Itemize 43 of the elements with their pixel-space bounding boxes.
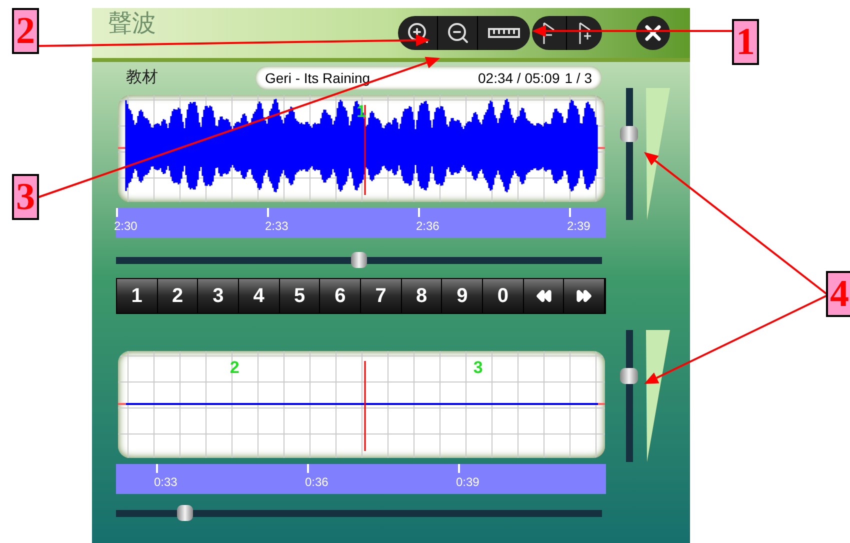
rewind-icon bbox=[536, 288, 552, 304]
track-label: 教材 bbox=[126, 68, 158, 88]
track-position: 1 / 3 bbox=[564, 68, 592, 88]
zoom-in-icon bbox=[406, 21, 430, 45]
close-button[interactable] bbox=[636, 16, 670, 50]
position-slider[interactable] bbox=[116, 505, 602, 521]
number-key[interactable]: 1 bbox=[117, 279, 158, 313]
tick-label: 0:39 bbox=[456, 476, 480, 488]
number-key[interactable]: 5 bbox=[280, 279, 320, 313]
rewind-button[interactable] bbox=[524, 279, 564, 313]
tick-label: 2:36 bbox=[416, 220, 440, 232]
number-key[interactable]: 6 bbox=[320, 279, 362, 313]
fast-forward-button[interactable] bbox=[564, 279, 606, 313]
callout-number: 3 bbox=[12, 174, 39, 220]
callout-number: 1 bbox=[732, 19, 759, 65]
number-key[interactable]: 8 bbox=[402, 279, 442, 313]
volume-slider[interactable] bbox=[620, 88, 638, 220]
marker-label: 3 bbox=[473, 359, 483, 376]
number-key[interactable]: 0 bbox=[483, 279, 524, 313]
slider-thumb[interactable] bbox=[620, 126, 638, 142]
slider-thumb[interactable] bbox=[351, 252, 367, 268]
number-key[interactable]: 4 bbox=[239, 279, 280, 313]
window-title: 聲波 bbox=[108, 10, 156, 38]
number-key[interactable]: 9 bbox=[442, 279, 484, 313]
marker-label: 2 bbox=[230, 359, 240, 376]
track-name: Geri - Its Raining bbox=[265, 68, 370, 88]
track-time: 02:34 / 05:09 bbox=[478, 68, 560, 88]
ruler-icon bbox=[488, 28, 520, 38]
number-key[interactable]: 2 bbox=[158, 279, 198, 313]
slider-thumb[interactable] bbox=[177, 505, 194, 521]
number-key[interactable]: 7 bbox=[361, 279, 402, 313]
tick-label: 0:36 bbox=[305, 476, 328, 488]
number-key[interactable]: 3 bbox=[198, 279, 240, 313]
position-slider[interactable] bbox=[116, 252, 602, 268]
volume-slider[interactable] bbox=[620, 330, 638, 462]
callout-number: 2 bbox=[12, 8, 39, 54]
slider-thumb[interactable] bbox=[620, 368, 638, 384]
fast-forward-icon bbox=[576, 288, 592, 304]
callout-number: 4 bbox=[826, 271, 850, 317]
tick-label: 0:33 bbox=[154, 476, 178, 488]
tick-label: 2:39 bbox=[567, 220, 590, 232]
zoom-out-icon bbox=[446, 21, 470, 45]
tick-label: 2:33 bbox=[265, 220, 288, 232]
